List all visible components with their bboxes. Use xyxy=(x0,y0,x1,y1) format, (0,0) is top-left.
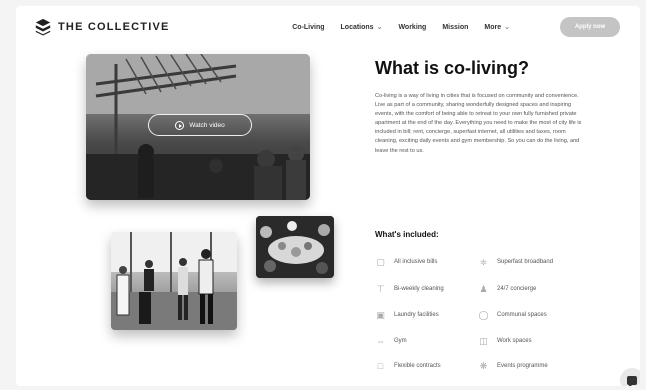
feature-label: Superfast broadband xyxy=(497,259,554,265)
nav-item-co-living[interactable]: Co-Living xyxy=(292,23,324,31)
laundry-icon: ▣ xyxy=(376,310,385,320)
feature-label: 24/7 concierge xyxy=(497,286,537,292)
nav-item-mission[interactable]: Mission xyxy=(442,23,468,31)
feature-label: Flexible contracts xyxy=(394,363,441,369)
co-living-description: Co-living is a way of living in cities t… xyxy=(375,93,582,154)
gym-photo xyxy=(111,232,237,330)
apply-now-button[interactable]: Apply now xyxy=(560,17,620,37)
feature-item: ▢ All inclusive bills xyxy=(375,256,437,268)
main-nav: Co-Living Locations ⌄ Working Mission Mo… xyxy=(292,23,510,32)
desk-icon: ◫ xyxy=(479,336,488,346)
feature-label: Communal spaces xyxy=(497,312,547,318)
play-icon xyxy=(175,120,185,130)
bill-icon: ▢ xyxy=(376,257,385,267)
chat-icon xyxy=(627,375,637,386)
page-title: What is co-living? xyxy=(375,58,530,78)
feature-label: Bi-weekly cleaning xyxy=(394,286,444,292)
dining-photo xyxy=(256,216,334,278)
watch-video-label: Watch video xyxy=(189,121,225,129)
watch-video-button[interactable]: Watch video xyxy=(148,114,252,136)
feature-item: □ Flexible contracts xyxy=(375,360,441,372)
feature-item: ♟ 24/7 concierge xyxy=(478,283,536,295)
feature-label: Laundry facilities xyxy=(394,312,439,318)
chevron-down-icon: ⌄ xyxy=(504,24,510,31)
whats-included-heading: What's included: xyxy=(375,230,439,239)
logo[interactable]: THE COLLECTIVE xyxy=(34,18,170,36)
feature-label: Events programme xyxy=(497,363,548,369)
dining-photo-art xyxy=(256,216,334,278)
feature-item: ⊤ Bi-weekly cleaning xyxy=(375,283,444,295)
nav-item-working[interactable]: Working xyxy=(398,23,426,31)
logo-mark-icon xyxy=(35,18,51,36)
feature-item: ▣ Laundry facilities xyxy=(375,309,439,321)
brand-name: THE COLLECTIVE xyxy=(58,21,170,33)
dumbbell-icon: ⇔ xyxy=(376,336,385,346)
cleaning-icon: ⊤ xyxy=(376,284,385,294)
gym-photo-art xyxy=(111,232,237,330)
feature-label: Gym xyxy=(394,338,407,344)
nav-item-more[interactable]: More ⌄ xyxy=(484,23,510,32)
nav-label: Co-Living xyxy=(292,23,325,31)
concierge-icon: ♟ xyxy=(479,284,488,294)
feature-item: ◫ Work spaces xyxy=(478,335,532,347)
feature-item: ⇔ Gym xyxy=(375,335,407,347)
page: THE COLLECTIVE Co-Living Locations ⌄ Wor… xyxy=(16,6,640,386)
chevron-down-icon: ⌄ xyxy=(376,24,383,31)
contract-icon: □ xyxy=(377,361,384,371)
feature-item: ❋ Events programme xyxy=(478,360,548,372)
header: THE COLLECTIVE Co-Living Locations ⌄ Wor… xyxy=(16,6,640,50)
hero-video-thumbnail[interactable]: Watch video xyxy=(86,54,310,200)
sofa-icon: ◯ xyxy=(478,310,489,320)
chat-button[interactable] xyxy=(620,368,640,386)
nav-label: Locations xyxy=(340,23,374,31)
feature-label: All inclusive bills xyxy=(394,259,438,265)
nav-label: Working xyxy=(398,23,427,31)
feature-label: Work spaces xyxy=(497,338,532,344)
feature-item: ≑ Superfast broadband xyxy=(478,256,553,268)
nav-item-locations[interactable]: Locations ⌄ xyxy=(340,23,383,32)
wifi-icon: ≑ xyxy=(479,257,488,267)
events-icon: ❋ xyxy=(479,361,488,371)
feature-item: ◯ Communal spaces xyxy=(478,309,547,321)
nav-label: Mission xyxy=(442,23,469,31)
nav-label: More xyxy=(484,23,502,31)
